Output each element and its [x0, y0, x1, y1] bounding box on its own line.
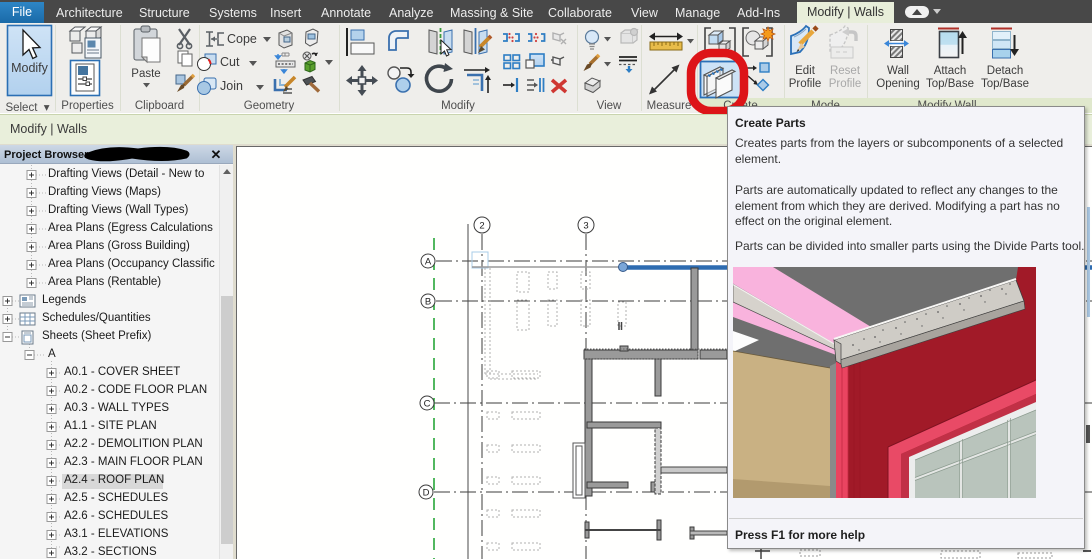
svg-text:Paste: Paste [131, 68, 160, 80]
svg-text:2: 2 [479, 221, 484, 232]
svg-text:Reset: Reset [830, 65, 861, 77]
svg-text:3: 3 [583, 221, 588, 232]
svg-text:Profile: Profile [789, 78, 822, 90]
svg-text:Detach: Detach [987, 65, 1023, 77]
svg-text:Edit: Edit [795, 65, 816, 77]
svg-text:Modify: Modify [11, 61, 49, 75]
svg-text:Top/Base: Top/Base [926, 78, 974, 90]
svg-text:D: D [423, 488, 430, 499]
svg-text:C: C [424, 399, 431, 410]
svg-text:Cut: Cut [220, 55, 240, 69]
svg-text:Profile: Profile [829, 78, 862, 90]
svg-text:Attach: Attach [934, 65, 967, 77]
svg-text:Cope: Cope [227, 32, 257, 46]
svg-text:Opening: Opening [876, 78, 919, 90]
svg-text:Top/Base: Top/Base [981, 78, 1029, 90]
svg-text:Wall: Wall [887, 65, 909, 77]
svg-text:B: B [425, 297, 431, 308]
svg-text:A: A [425, 257, 432, 268]
svg-text:Join: Join [220, 79, 243, 93]
